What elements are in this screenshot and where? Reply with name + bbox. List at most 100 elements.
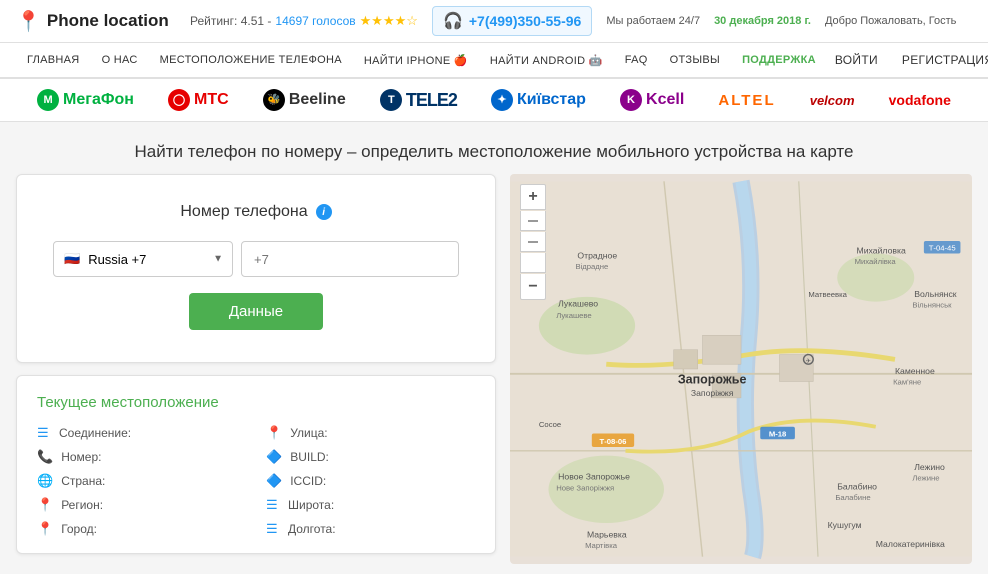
- logo-text: Phone location: [47, 11, 169, 31]
- rating-votes-link[interactable]: 14697 голосов: [275, 14, 355, 28]
- location-field-iccid: 🔷 ICCID:: [266, 473, 475, 489]
- nav-phone-location[interactable]: МЕСТОПОЛОЖЕНИЕ ТЕЛЕФОНА: [149, 44, 353, 76]
- svg-text:✈: ✈: [806, 358, 812, 365]
- street-label: Улица:: [290, 426, 327, 440]
- location-field-number: 📞 Номер:: [37, 449, 246, 465]
- svg-text:Запоріжжя: Запоріжжя: [691, 388, 734, 398]
- svg-text:Новое Запорожье: Новое Запорожье: [558, 472, 630, 482]
- svg-text:Каменное: Каменное: [895, 366, 935, 376]
- logo[interactable]: 📍 Phone location: [16, 9, 176, 34]
- map-controls: + −: [520, 184, 546, 300]
- mts-icon: ◯: [168, 89, 190, 111]
- street-icon: 📍: [266, 425, 282, 441]
- svg-text:Нове Запоріжжя: Нове Запоріжжя: [556, 483, 614, 492]
- nav-find-android[interactable]: НАЙТИ ANDROID 🤖: [479, 44, 614, 77]
- svg-text:Малокатеринівка: Малокатеринівка: [876, 539, 945, 549]
- support-phone: +7(499)350-55-96: [469, 13, 581, 29]
- region-label: Регион:: [61, 498, 103, 512]
- carrier-altel[interactable]: ALTEL: [718, 92, 775, 109]
- carrier-megafon[interactable]: М МегаФон: [37, 89, 134, 111]
- svg-text:Відрадне: Відрадне: [575, 262, 608, 271]
- main-nav: ГЛАВНАЯ О НАС МЕСТОПОЛОЖЕНИЕ ТЕЛЕФОНА НА…: [0, 43, 988, 79]
- country-select-wrap: 🇷🇺 Russia +7 ▼: [53, 241, 233, 277]
- svg-text:Кам'яне: Кам'яне: [893, 377, 921, 386]
- svg-text:Лежине: Лежине: [912, 474, 939, 483]
- phone-number-input[interactable]: [241, 241, 459, 277]
- svg-text:Балабине: Балабине: [835, 493, 870, 502]
- android-icon: 🤖: [589, 55, 603, 67]
- vodafone-label: vodafone: [889, 92, 951, 108]
- main-headline: Найти телефон по номеру – определить мес…: [0, 122, 988, 174]
- kyivstar-icon: ✦: [491, 89, 513, 111]
- location-field-build: 🔷 BUILD:: [266, 449, 475, 465]
- logo-pin-icon: 📍: [16, 9, 41, 34]
- carrier-mts[interactable]: ◯ МТС: [168, 89, 229, 111]
- megafon-label: МегаФон: [63, 91, 134, 109]
- number-label: Номер:: [61, 450, 101, 464]
- connection-icon: ☰: [37, 425, 51, 441]
- location-field-latitude: ☰ Широта:: [266, 497, 475, 513]
- nav-auth-area: Войти Регистрация 🇷🇺 ▾: [827, 43, 988, 77]
- svg-text:М-18: М-18: [769, 429, 787, 438]
- kcell-label: Kcell: [646, 91, 684, 109]
- city-icon: 📍: [37, 521, 53, 537]
- submit-button[interactable]: Данные: [189, 293, 323, 330]
- apple-icon: 🍎: [454, 55, 468, 67]
- altel-label: ALTEL: [718, 92, 775, 109]
- build-icon: 🔷: [266, 449, 282, 465]
- location-field-region: 📍 Регион:: [37, 497, 246, 513]
- work-hours: Мы работаем 24/7: [606, 15, 700, 27]
- svg-text:Вільнянськ: Вільнянськ: [912, 300, 952, 309]
- top-header: 📍 Phone location Рейтинг: 4.51 - 14697 г…: [0, 0, 988, 43]
- svg-text:Лукашеве: Лукашеве: [556, 311, 592, 320]
- info-icon[interactable]: i: [316, 204, 332, 220]
- phone-input-row: 🇷🇺 Russia +7 ▼: [53, 241, 459, 277]
- country-field-label: Страна:: [61, 474, 105, 488]
- svg-text:Вольнянск: Вольнянск: [914, 289, 957, 299]
- location-card-title: Текущее местоположение: [37, 394, 475, 411]
- carrier-tele2[interactable]: T TELE2: [380, 89, 457, 111]
- svg-text:Т-08-06: Т-08-06: [600, 437, 627, 446]
- kyivstar-label: Київстар: [517, 91, 586, 109]
- nav-about[interactable]: О НАС: [91, 44, 149, 76]
- nav-faq[interactable]: FAQ: [614, 44, 659, 76]
- region-icon: 📍: [37, 497, 53, 513]
- longitude-label: Долгота:: [288, 522, 336, 536]
- longitude-icon: ☰: [266, 521, 280, 537]
- zoom-in-button[interactable]: +: [520, 184, 546, 210]
- nav-reviews[interactable]: ОТЗЫВЫ: [659, 44, 731, 76]
- location-field-connection: ☰ Соединение:: [37, 425, 246, 441]
- register-link[interactable]: Регистрация: [894, 49, 988, 71]
- form-title: Номер телефона i: [53, 203, 459, 221]
- svg-text:Отрадное: Отрадное: [577, 250, 617, 260]
- greeting-text: Добро Пожаловать, Гость: [825, 15, 956, 27]
- build-label: BUILD:: [290, 450, 329, 464]
- nav-home[interactable]: ГЛАВНАЯ: [16, 44, 91, 76]
- svg-text:Мартівка: Мартівка: [585, 541, 618, 550]
- phone-field-icon: 📞: [37, 449, 53, 465]
- carrier-vodafone[interactable]: vodafone: [889, 92, 951, 108]
- svg-text:Запорожье: Запорожье: [678, 372, 747, 386]
- carrier-kcell[interactable]: K Kcell: [620, 89, 684, 111]
- carrier-velcom[interactable]: velcom: [810, 93, 855, 108]
- tele2-icon: T: [380, 89, 402, 111]
- zoom-out-button[interactable]: −: [520, 274, 546, 300]
- rating-block: Рейтинг: 4.51 - 14697 голосов ★★★★☆: [190, 13, 418, 29]
- svg-text:Михайловка: Михайловка: [857, 246, 906, 256]
- latitude-icon: ☰: [266, 497, 280, 513]
- iccid-icon: 🔷: [266, 473, 282, 489]
- content-area: Номер телефона i 🇷🇺 Russia +7 ▼ Данные Т…: [0, 174, 988, 574]
- country-icon: 🌐: [37, 473, 53, 489]
- carrier-kyivstar[interactable]: ✦ Київстар: [491, 89, 586, 111]
- country-label: Russia +7: [88, 252, 146, 267]
- nav-support[interactable]: ПОДДЕРЖКА: [731, 44, 827, 76]
- carrier-beeline[interactable]: 🐝 Beeline: [263, 89, 346, 111]
- map-panel[interactable]: Запорожье Запоріжжя Отрадное Відрадне Лу…: [510, 174, 972, 564]
- login-link[interactable]: Войти: [827, 49, 886, 71]
- country-select[interactable]: 🇷🇺 Russia +7: [53, 241, 233, 277]
- beeline-icon: 🐝: [263, 89, 285, 111]
- connection-label: Соединение:: [59, 426, 131, 440]
- nav-find-iphone[interactable]: НАЙТИ IPHONE 🍎: [353, 44, 479, 77]
- location-field-city: 📍 Город:: [37, 521, 246, 537]
- location-field-street: 📍 Улица:: [266, 425, 475, 441]
